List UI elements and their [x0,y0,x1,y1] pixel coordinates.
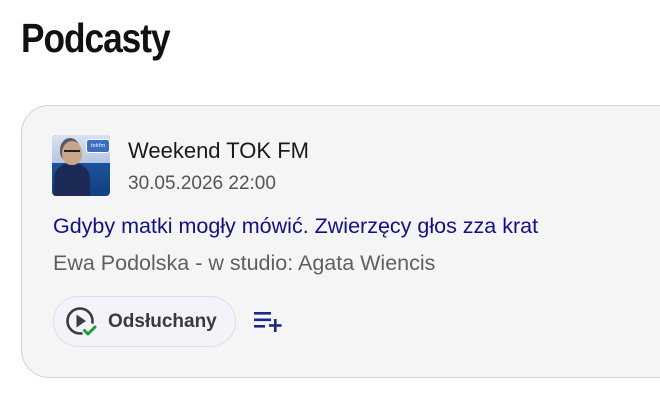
listened-button-label: Odsłuchany [108,311,217,332]
cover-logo-bubble: tokfm [86,139,110,153]
cover-figure-glasses [64,150,80,156]
listened-button[interactable]: Odsłuchany [53,296,236,347]
episode-title-link[interactable]: Gdyby matki mogły mówić. Zwierzęcy głos … [53,212,538,240]
episode-authors: Ewa Podolska - w studio: Agata Wiencis [53,251,436,275]
podcast-cover-image[interactable]: tokfm [52,135,110,196]
cover-figure-body [54,163,90,196]
podcast-episode-card: tokfm Weekend TOK FM 30.05.2026 22:00 Gd… [21,105,660,378]
playlist-add-icon[interactable] [252,308,284,334]
episode-date: 30.05.2026 22:00 [128,173,276,194]
page-title: Podcasty [21,15,171,61]
show-name: Weekend TOK FM [128,138,309,163]
play-listened-icon [66,307,97,338]
